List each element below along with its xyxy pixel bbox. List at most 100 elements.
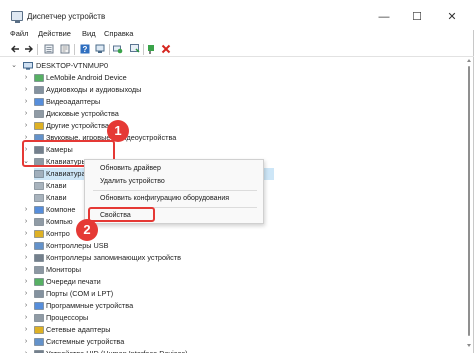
disable-device-icon[interactable] bbox=[147, 44, 157, 54]
tree-category-label: Компоне bbox=[46, 205, 76, 214]
tree-category[interactable]: › Процессоры bbox=[22, 312, 262, 324]
chevron-down-icon[interactable]: ⌄ bbox=[10, 60, 18, 72]
tree-root-label: DESKTOP-VTNMUP0 bbox=[36, 61, 109, 70]
menu-scan-hardware[interactable]: Обновить конфигурацию оборудования bbox=[100, 195, 229, 202]
tree-category[interactable]: › Сетевые адаптеры bbox=[22, 324, 262, 336]
tree-category-label: Программные устройства bbox=[46, 301, 134, 310]
scrollbar-track bbox=[467, 59, 471, 347]
device-category-icon bbox=[34, 74, 44, 82]
menu-bar: Файл Действие Вид Справка bbox=[0, 29, 474, 41]
computer-icon[interactable] bbox=[95, 44, 105, 54]
chevron-right-icon[interactable]: › bbox=[22, 324, 30, 336]
tree-category[interactable]: › Другие устройства bbox=[22, 120, 262, 132]
toolbar-separator bbox=[109, 44, 110, 55]
chevron-right-icon[interactable]: › bbox=[22, 312, 30, 324]
chevron-right-icon[interactable]: › bbox=[22, 300, 30, 312]
device-category-icon bbox=[34, 326, 44, 334]
chevron-right-icon[interactable]: › bbox=[22, 264, 30, 276]
tree-category-label: Сетевые адаптеры bbox=[46, 325, 111, 334]
device-category-icon bbox=[34, 122, 44, 130]
tree-category[interactable]: › Контроллеры запоминающих устройств bbox=[22, 252, 262, 264]
chevron-right-icon[interactable]: › bbox=[22, 348, 30, 353]
callout-box-properties bbox=[88, 207, 155, 222]
menu-uninstall-device[interactable]: Удалить устройство bbox=[100, 178, 165, 185]
device-category-icon bbox=[34, 338, 44, 346]
tree-category[interactable]: › Программные устройства bbox=[22, 300, 262, 312]
menu-help[interactable]: Справка bbox=[104, 29, 133, 38]
device-manager-window: Диспетчер устройств — ☐ ✕ Файл Действие … bbox=[0, 0, 474, 353]
chevron-right-icon[interactable]: › bbox=[22, 228, 30, 240]
tree-category[interactable]: › Системные устройства bbox=[22, 336, 262, 348]
chevron-right-icon[interactable]: › bbox=[22, 96, 30, 108]
keyboard-icon bbox=[34, 194, 44, 202]
device-manager-icon bbox=[11, 11, 23, 23]
device-category-icon bbox=[34, 206, 44, 214]
menu-view[interactable]: Вид bbox=[82, 29, 96, 38]
chevron-right-icon[interactable]: › bbox=[22, 84, 30, 96]
chevron-right-icon[interactable]: › bbox=[22, 204, 30, 216]
chevron-right-icon[interactable]: › bbox=[22, 216, 30, 228]
chevron-right-icon[interactable]: › bbox=[22, 108, 30, 120]
device-category-icon bbox=[34, 314, 44, 322]
tree-category-label: Другие устройства bbox=[46, 121, 109, 130]
tree-category[interactable]: › Очереди печати bbox=[22, 276, 262, 288]
device-category-icon bbox=[34, 110, 44, 118]
tree-category[interactable]: › Контроллеры USB bbox=[22, 240, 262, 252]
menu-action[interactable]: Действие bbox=[38, 29, 71, 38]
tree-category[interactable]: › Дисковые устройства bbox=[22, 108, 262, 120]
toolbar-separator bbox=[37, 44, 38, 55]
tree-device-label: Клави bbox=[46, 193, 67, 202]
tree-category[interactable]: › LeMobile Android Device bbox=[22, 72, 262, 84]
tree-category[interactable]: › Видеоадаптеры bbox=[22, 96, 262, 108]
tree-category-label: Очереди печати bbox=[46, 277, 101, 286]
tree-scrollbar[interactable] bbox=[466, 58, 472, 348]
chevron-right-icon[interactable]: › bbox=[22, 72, 30, 84]
tree-category-label: Контроллеры USB bbox=[46, 241, 109, 250]
context-menu-separator bbox=[93, 190, 257, 191]
forward-icon[interactable] bbox=[24, 44, 34, 54]
device-category-icon bbox=[34, 254, 44, 262]
back-icon[interactable] bbox=[10, 44, 20, 54]
tree-root[interactable]: ⌄ DESKTOP-VTNMUP0 bbox=[10, 60, 210, 72]
menu-file[interactable]: Файл bbox=[10, 29, 28, 38]
tree-category[interactable]: › Аудиовходы и аудиовыходы bbox=[22, 84, 262, 96]
maximize-button[interactable]: ☐ bbox=[405, 6, 429, 28]
computer-icon bbox=[23, 62, 33, 70]
chevron-right-icon[interactable]: › bbox=[22, 252, 30, 264]
chevron-right-icon[interactable]: › bbox=[22, 240, 30, 252]
svg-text:?: ? bbox=[83, 45, 88, 54]
tree-category-label: Аудиовходы и аудиовыходы bbox=[46, 85, 142, 94]
tree-category[interactable]: › Мониторы bbox=[22, 264, 262, 276]
keyboard-icon bbox=[34, 170, 44, 178]
view-icon[interactable] bbox=[44, 44, 54, 54]
properties-icon[interactable] bbox=[60, 44, 70, 54]
update-driver-icon[interactable] bbox=[130, 44, 140, 54]
tree-category-label: Процессоры bbox=[46, 313, 89, 322]
tree-category-label: Мониторы bbox=[46, 265, 81, 274]
tree-category[interactable]: › Контро bbox=[22, 228, 262, 240]
toolbar-separator bbox=[74, 44, 75, 55]
chevron-right-icon[interactable]: › bbox=[22, 120, 30, 132]
keyboard-icon bbox=[34, 182, 44, 190]
help-icon[interactable]: ? bbox=[80, 44, 90, 54]
device-category-icon bbox=[34, 230, 44, 238]
chevron-right-icon[interactable]: › bbox=[22, 288, 30, 300]
close-button[interactable]: ✕ bbox=[440, 6, 464, 28]
device-category-icon bbox=[34, 290, 44, 298]
chevron-right-icon[interactable]: › bbox=[22, 336, 30, 348]
uninstall-icon[interactable] bbox=[161, 44, 171, 54]
tree-category-label: LeMobile Android Device bbox=[46, 73, 127, 82]
tree-category-label: Контроллеры запоминающих устройств bbox=[46, 253, 181, 262]
menu-update-driver[interactable]: Обновить драйвер bbox=[100, 165, 161, 172]
minimize-button[interactable]: — bbox=[372, 6, 396, 28]
tree-category-label: Контро bbox=[46, 229, 70, 238]
tree-category-label: Компью bbox=[46, 217, 73, 226]
tree-category-label: Устройства HID (Human Interface Devices) bbox=[46, 348, 188, 353]
callout-badge-1: 1 bbox=[107, 120, 129, 142]
scan-hardware-icon[interactable] bbox=[113, 44, 123, 54]
tree-category[interactable]: › Устройства HID (Human Interface Devices… bbox=[22, 348, 262, 353]
tree-category[interactable]: › Порты (COM и LPT) bbox=[22, 288, 262, 300]
chevron-right-icon[interactable]: › bbox=[22, 276, 30, 288]
tree-category-label: Порты (COM и LPT) bbox=[46, 289, 114, 298]
device-category-icon bbox=[34, 98, 44, 106]
